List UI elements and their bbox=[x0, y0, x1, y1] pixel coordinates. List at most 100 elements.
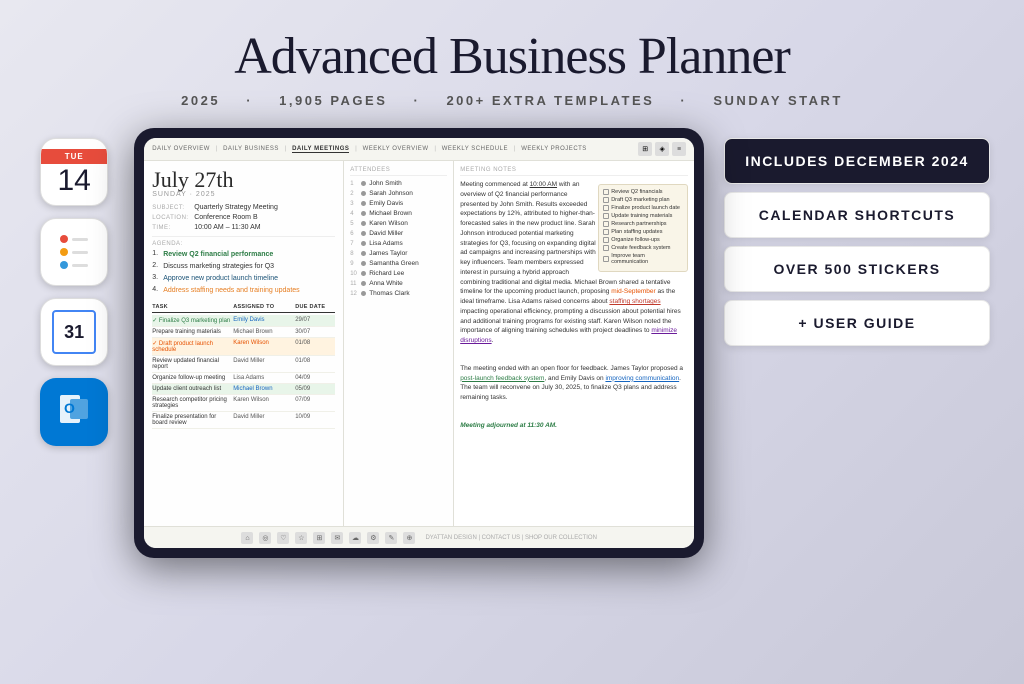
google-calendar-icon[interactable]: 31 bbox=[40, 298, 108, 366]
gcal-number: 31 bbox=[64, 322, 84, 343]
subtitle-pages: 1,905 PAGES bbox=[279, 93, 387, 108]
subtitle-start: SUNDAY START bbox=[713, 93, 842, 108]
bottom-icon-1[interactable]: ⌂ bbox=[241, 532, 253, 544]
orange-dot bbox=[60, 248, 68, 256]
attendee-1: 1 John Smith bbox=[350, 180, 447, 187]
tablet-screen: DAILY OVERVIEW | DAILY BUSINESS | DAILY … bbox=[144, 138, 694, 548]
bottom-icon-10[interactable]: ⊕ bbox=[403, 532, 415, 544]
badge-december: INCLUDES DECEMBER 2024 bbox=[724, 138, 990, 184]
bottom-icon-4[interactable]: ☆ bbox=[295, 532, 307, 544]
badge-stickers: OVER 500 STICKERS bbox=[724, 246, 990, 292]
task-table: TASK ASSIGNED TO DUE DATE Finalize Q3 ma… bbox=[152, 302, 335, 429]
bottom-icon-3[interactable]: ♡ bbox=[277, 532, 289, 544]
subtitle-year: 2025 bbox=[181, 93, 220, 108]
agenda-2: 2. Discuss marketing strategies for Q3 bbox=[152, 262, 335, 271]
badge-december-text: INCLUDES DECEMBER 2024 bbox=[745, 153, 969, 169]
agenda-3: 3. Approve new product launch timeline bbox=[152, 274, 335, 283]
check-5: Research partnerships bbox=[603, 221, 683, 227]
badge-stickers-text: OVER 500 STICKERS bbox=[745, 261, 969, 277]
attendees-header: ATTENDEES bbox=[350, 167, 447, 176]
attendee-6: 6 David Miller bbox=[350, 230, 447, 237]
subtitle-templates: 200+ EXTRA TEMPLATES bbox=[446, 93, 654, 108]
attendee-7: 7 Lisa Adams bbox=[350, 240, 447, 247]
check-2: Draft Q3 marketing plan bbox=[603, 197, 683, 203]
bottom-icon-7[interactable]: ☁ bbox=[349, 532, 361, 544]
agenda-1: 1. Review Q2 financial performance bbox=[152, 250, 335, 259]
outlook-icon[interactable]: O bbox=[40, 378, 108, 446]
time-value: 10:00 AM – 11:30 AM bbox=[194, 224, 260, 231]
location-row: LOCATION: Conference Room B bbox=[152, 214, 335, 221]
nav-daily-overview[interactable]: DAILY OVERVIEW bbox=[152, 146, 210, 152]
task-row-4: Review updated financial report David Mi… bbox=[152, 356, 335, 373]
left-panel: July 27th SUNDAY · 2025 SUBJECT: Quarter… bbox=[144, 161, 344, 526]
tablet-container: DAILY OVERVIEW | DAILY BUSINESS | DAILY … bbox=[134, 128, 704, 558]
nav-icon-bookmark[interactable]: ◈ bbox=[655, 142, 669, 156]
time-row: TIME: 10:00 AM – 11:30 AM bbox=[152, 224, 335, 231]
check-4: Update training materials bbox=[603, 213, 683, 219]
agenda-4: 4. Address staffing needs and training u… bbox=[152, 286, 335, 295]
bottom-icon-2[interactable]: ◎ bbox=[259, 532, 271, 544]
subject-label: SUBJECT: bbox=[152, 204, 190, 211]
svg-text:O: O bbox=[64, 400, 75, 416]
badge-calendar-text: CALENDAR SHORTCUTS bbox=[745, 207, 969, 223]
checklist-box: Review Q2 financials Draft Q3 marketing … bbox=[598, 184, 688, 272]
nav-icon-menu[interactable]: ≡ bbox=[672, 142, 686, 156]
outlook-letter: O bbox=[56, 391, 92, 434]
bottom-icon-8[interactable]: ⚙ bbox=[367, 532, 379, 544]
notes-panel: MEETING NOTES Review Q2 financials Draft… bbox=[454, 161, 694, 526]
sep1: · bbox=[246, 93, 259, 108]
location-label: LOCATION: bbox=[152, 214, 190, 221]
nav-daily-business[interactable]: DAILY BUSINESS bbox=[223, 146, 279, 152]
attendees-panel: ATTENDEES 1 John Smith 2 Sarah Johnson bbox=[344, 161, 454, 526]
nav-weekly-overview[interactable]: WEEKLY OVERVIEW bbox=[363, 146, 429, 152]
subject-value: Quarterly Strategy Meeting bbox=[194, 204, 278, 211]
nav-daily-meetings[interactable]: DAILY MEETINGS bbox=[292, 146, 349, 153]
sep3: · bbox=[680, 93, 693, 108]
tablet-nav: DAILY OVERVIEW | DAILY BUSINESS | DAILY … bbox=[144, 138, 694, 161]
subject-row: SUBJECT: Quarterly Strategy Meeting bbox=[152, 204, 335, 211]
nav-icon-grid[interactable]: ⊞ bbox=[638, 142, 652, 156]
main-title: Advanced Business Planner bbox=[20, 28, 1004, 85]
tablet-bottom-bar: ⌂ ◎ ♡ ☆ ⊞ ✉ ☁ ⚙ ✎ ⊕ DYATTAN DESIGN | CON… bbox=[144, 526, 694, 548]
cal-number: 14 bbox=[58, 166, 91, 196]
bottom-icon-9[interactable]: ✎ bbox=[385, 532, 397, 544]
task-row-6: Update client outreach list Michael Brow… bbox=[152, 384, 335, 395]
nav-icons: ⊞ ◈ ≡ bbox=[638, 142, 686, 156]
task-row-7: Research competitor pricing strategies K… bbox=[152, 395, 335, 412]
task-row-1: Finalize Q3 marketing plan Emily Davis 2… bbox=[152, 315, 335, 327]
notes-header: MEETING NOTES bbox=[460, 167, 688, 176]
rem-dot-3 bbox=[60, 261, 88, 269]
nav-weekly-projects[interactable]: WEEKLY PROJECTS bbox=[521, 146, 587, 152]
rem-dot-2 bbox=[60, 248, 88, 256]
reminders-icon[interactable] bbox=[40, 218, 108, 286]
attendee-11: 11 Anna White bbox=[350, 280, 447, 287]
subtitle: 2025 · 1,905 PAGES · 200+ EXTRA TEMPLATE… bbox=[20, 93, 1004, 108]
check-6: Plan staffing updates bbox=[603, 229, 683, 235]
check-8: Create feedback system bbox=[603, 245, 683, 251]
attendee-12: 12 Thomas Clark bbox=[350, 290, 447, 297]
footer-label: DYATTAN DESIGN | CONTACT US | SHOP OUR C… bbox=[425, 535, 596, 541]
check-9: Improve team communication bbox=[603, 253, 683, 265]
gcal-inner: 31 bbox=[52, 310, 96, 354]
sep2: · bbox=[414, 93, 427, 108]
bottom-icon-6[interactable]: ✉ bbox=[331, 532, 343, 544]
calendar-date-icon[interactable]: TUE 14 bbox=[40, 138, 108, 206]
agenda-label: AGENDA: bbox=[152, 236, 335, 247]
tablet-main-content: July 27th SUNDAY · 2025 SUBJECT: Quarter… bbox=[144, 161, 694, 526]
nav-weekly-schedule[interactable]: WEEKLY SCHEDULE bbox=[442, 146, 508, 152]
check-1: Review Q2 financials bbox=[603, 189, 683, 195]
task-row-5: Organize follow-up meeting Lisa Adams 04… bbox=[152, 373, 335, 384]
badge-calendar-shortcuts: CALENDAR SHORTCUTS bbox=[724, 192, 990, 238]
attendee-2: 2 Sarah Johnson bbox=[350, 190, 447, 197]
check-7: Organize follow-ups bbox=[603, 237, 683, 243]
bottom-icon-5[interactable]: ⊞ bbox=[313, 532, 325, 544]
attendee-8: 8 James Taylor bbox=[350, 250, 447, 257]
badge-guide-text: + USER GUIDE bbox=[745, 315, 969, 331]
right-sidebar: INCLUDES DECEMBER 2024 CALENDAR SHORTCUT… bbox=[724, 128, 990, 346]
date-header: July 27th SUNDAY · 2025 bbox=[152, 169, 335, 198]
tablet-device: DAILY OVERVIEW | DAILY BUSINESS | DAILY … bbox=[134, 128, 704, 558]
attendee-10: 10 Richard Lee bbox=[350, 270, 447, 277]
task-row-3: Draft product launch schedule Karen Wils… bbox=[152, 338, 335, 356]
notes-para-2: The meeting ended with an open floor for… bbox=[460, 364, 688, 403]
cal-day: TUE bbox=[41, 149, 107, 164]
